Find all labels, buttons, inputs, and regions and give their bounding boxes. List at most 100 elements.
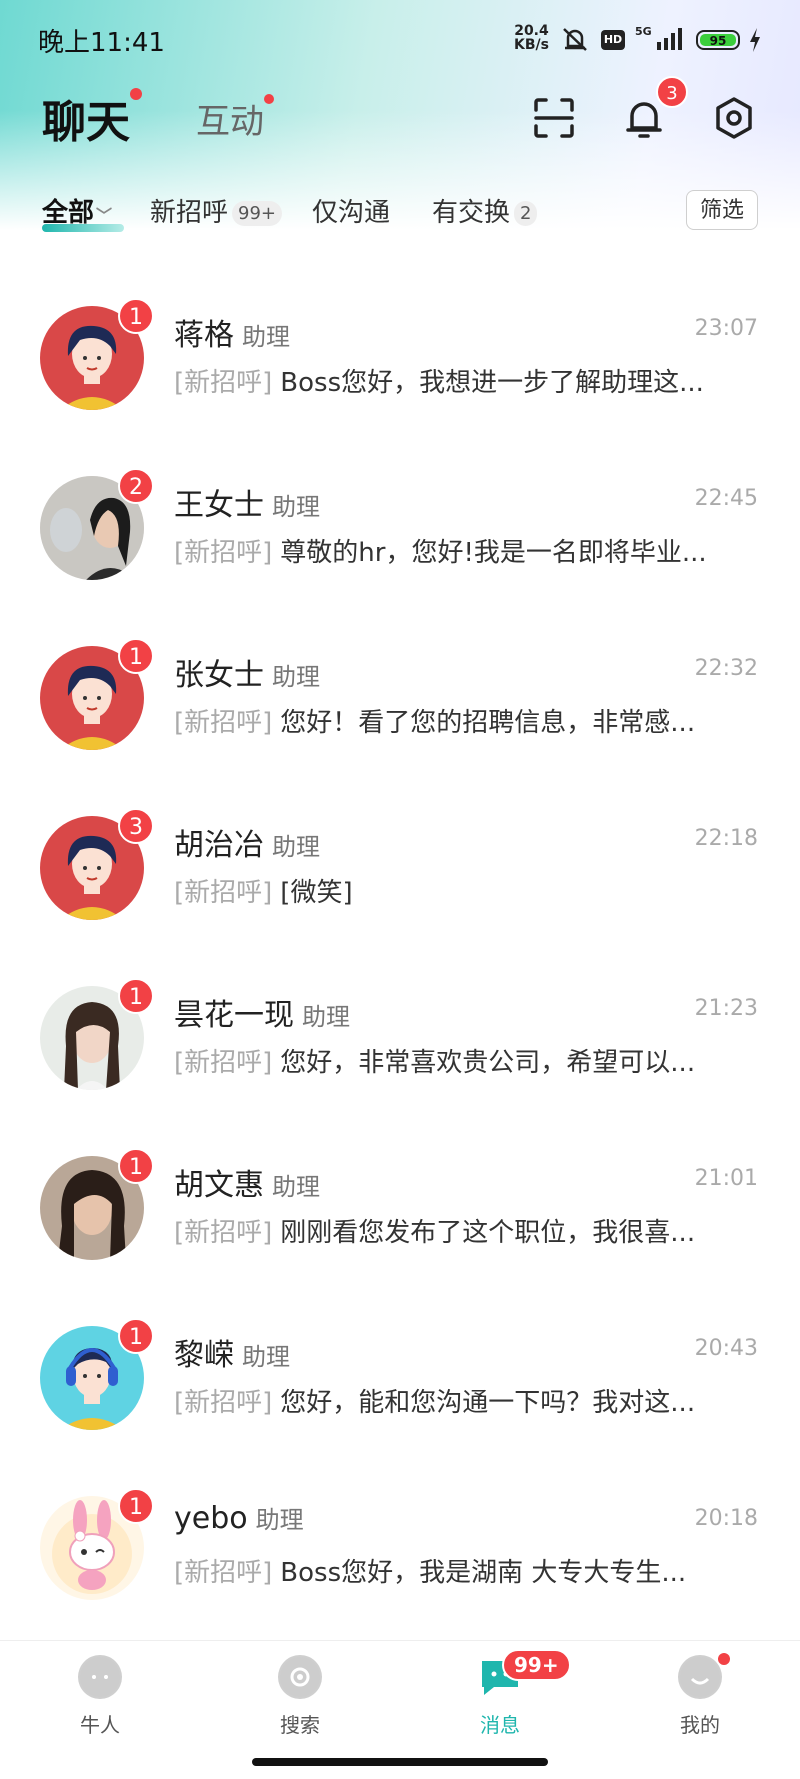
contact-role: 助理 (272, 833, 320, 861)
message-text: Boss您好，我是湖南 大专大专生... (280, 1558, 687, 1588)
message-text: 刚刚看您发布了这个职位，我很喜... (280, 1218, 696, 1248)
home-indicator[interactable] (252, 1758, 548, 1766)
message-preview: [新招呼] 您好，能和您沟通一下吗？我对这... (174, 1382, 758, 1419)
contact-name-line: 张女士 助理 (174, 650, 320, 694)
contact-name: yebo (174, 1501, 248, 1536)
contact-name: 昙花一现 (174, 998, 294, 1033)
nav-item-me[interactable]: 我的 (640, 1655, 760, 1738)
message-time: 21:23 (694, 996, 758, 1021)
tab-interact-label: 互动 (196, 102, 264, 142)
contact-role: 助理 (242, 323, 290, 351)
unread-badge: 1 (118, 1318, 154, 1354)
unread-badge: 1 (118, 1148, 154, 1184)
message-tag: [新招呼] (174, 538, 273, 568)
profile-icon (678, 1655, 722, 1699)
contact-name-line: 胡文惠 助理 (174, 1160, 320, 1204)
message-text: 尊敬的hr，您好!我是一名即将毕业... (280, 538, 707, 568)
signal-label: 5G (635, 25, 652, 38)
message-tag: [新招呼] (174, 1048, 273, 1078)
contact-role: 助理 (255, 1506, 304, 1534)
contact-name-line: 胡治冶 助理 (174, 820, 320, 864)
filter-tab-label: 有交换 (432, 198, 511, 228)
battery-level: 95 (700, 34, 736, 48)
message-text: 您好，能和您沟通一下吗？我对这... (280, 1388, 696, 1418)
tab-interact-dot (264, 94, 274, 104)
contact-name-line: 昙花一现 助理 (174, 990, 350, 1034)
filter-tab-new[interactable]: 新招呼 99+ (150, 192, 283, 229)
message-time: 23:07 (694, 316, 758, 341)
message-preview: [新招呼] 您好！看了您的招聘信息，非常感... (174, 702, 758, 739)
contact-name: 张女士 (174, 658, 264, 693)
unread-badge: 2 (118, 468, 154, 504)
filter-tab-label: 仅沟通 (312, 198, 391, 228)
conversation-item[interactable]: 1 昙花一现 助理 21:23 [新招呼] 您好，非常喜欢贵公司，希望可以... (0, 950, 800, 1120)
conversation-item[interactable]: 1 胡文惠 助理 21:01 [新招呼] 刚刚看您发布了这个职位，我很喜... (0, 1120, 800, 1290)
message-tag: [新招呼] (174, 878, 273, 908)
contact-name: 胡文惠 (174, 1168, 264, 1203)
conversation-item[interactable]: 1 张女士 助理 22:32 [新招呼] 您好！看了您的招聘信息，非常感... (0, 610, 800, 780)
charging-icon (750, 28, 760, 52)
contact-name: 蒋格 (174, 318, 234, 353)
conversation-item[interactable]: 1 蒋格 助理 23:07 [新招呼] Boss您好，我想进一步了解助理这... (0, 270, 800, 440)
filter-button[interactable]: 筛选 (686, 190, 758, 230)
unread-badge: 3 (118, 808, 154, 844)
contact-name-line: 王女士 助理 (174, 480, 320, 524)
net-speed: 20.4 KB/s (514, 24, 549, 52)
message-tag: [新招呼] (174, 368, 273, 398)
filter-bar: 全部 ﹀ 新招呼 99+ 仅沟通 有交换 2 筛选 (0, 180, 800, 240)
contact-name-line: yebo 助理 (174, 1500, 304, 1536)
contact-role: 助理 (272, 1173, 320, 1201)
contact-name-line: 蒋格 助理 (174, 310, 290, 354)
unread-badge: 1 (118, 978, 154, 1014)
message-time: 21:01 (694, 1166, 758, 1191)
messages-badge: 99+ (502, 1649, 571, 1681)
message-preview: [新招呼] [微笑] (174, 872, 758, 909)
filter-tab-count: 2 (514, 201, 538, 226)
scan-icon[interactable] (530, 94, 578, 142)
filter-tab-chat-only[interactable]: 仅沟通 (312, 192, 390, 229)
conversation-item[interactable]: 1 yebo 助理 20:18 [新招呼] Boss您好，我是湖南 大专大专生... (0, 1460, 800, 1630)
search-icon (278, 1655, 322, 1699)
message-text: Boss您好，我想进一步了解助理这... (280, 368, 704, 398)
talent-icon (78, 1655, 122, 1699)
active-tab-underline (42, 224, 124, 232)
contact-role: 助理 (242, 1343, 290, 1371)
battery-icon: 95 (696, 30, 740, 50)
message-text: [微笑] (280, 878, 353, 908)
message-preview: [新招呼] 您好，非常喜欢贵公司，希望可以... (174, 1042, 758, 1079)
message-text: 您好，非常喜欢贵公司，希望可以... (280, 1048, 696, 1078)
nav-label: 我的 (680, 1713, 720, 1737)
bell-badge: 3 (656, 76, 688, 108)
status-bar: 晚上11:41 20.4 KB/s HD 5G 95 (0, 0, 800, 80)
unread-badge: 1 (118, 638, 154, 674)
message-time: 22:45 (694, 486, 758, 511)
contact-role: 助理 (272, 493, 320, 521)
message-time: 20:18 (694, 1506, 758, 1531)
filter-tab-exchanged[interactable]: 有交换 2 (432, 192, 538, 229)
tab-chat-dot (130, 88, 142, 100)
message-preview: [新招呼] Boss您好，我想进一步了解助理这... (174, 362, 758, 399)
tab-chat[interactable]: 聊天 (42, 86, 142, 150)
nav-item-search[interactable]: 搜索 (240, 1655, 360, 1738)
mute-icon (563, 28, 587, 51)
conversation-item[interactable]: 2 王女士 助理 22:45 [新招呼] 尊敬的hr，您好!我是一名即将毕业... (0, 440, 800, 610)
filter-tab-count: 99+ (232, 201, 283, 226)
net-speed-value: 20.4 (514, 23, 549, 39)
me-notification-dot (718, 1653, 730, 1665)
hd-icon: HD (601, 30, 625, 50)
nav-item-talent[interactable]: 牛人 (40, 1655, 160, 1738)
message-tag: [新招呼] (174, 1388, 273, 1418)
settings-icon[interactable] (710, 94, 758, 142)
conversation-item[interactable]: 3 胡治冶 助理 22:18 [新招呼] [微笑] (0, 780, 800, 950)
nav-label: 牛人 (80, 1713, 120, 1737)
message-preview: [新招呼] Boss您好，我是湖南 大专大专生... (174, 1552, 758, 1589)
contact-name: 黎嵘 (174, 1338, 234, 1373)
top-header: 聊天 互动 3 (0, 76, 800, 160)
message-tag: [新招呼] (174, 1218, 273, 1248)
contact-role: 助理 (302, 1003, 350, 1031)
message-preview: [新招呼] 尊敬的hr，您好!我是一名即将毕业... (174, 532, 758, 569)
conversation-item[interactable]: 1 黎嵘 助理 20:43 [新招呼] 您好，能和您沟通一下吗？我对这... (0, 1290, 800, 1460)
message-preview: [新招呼] 刚刚看您发布了这个职位，我很喜... (174, 1212, 758, 1249)
unread-badge: 1 (118, 1488, 154, 1524)
tab-interact[interactable]: 互动 (196, 94, 274, 143)
